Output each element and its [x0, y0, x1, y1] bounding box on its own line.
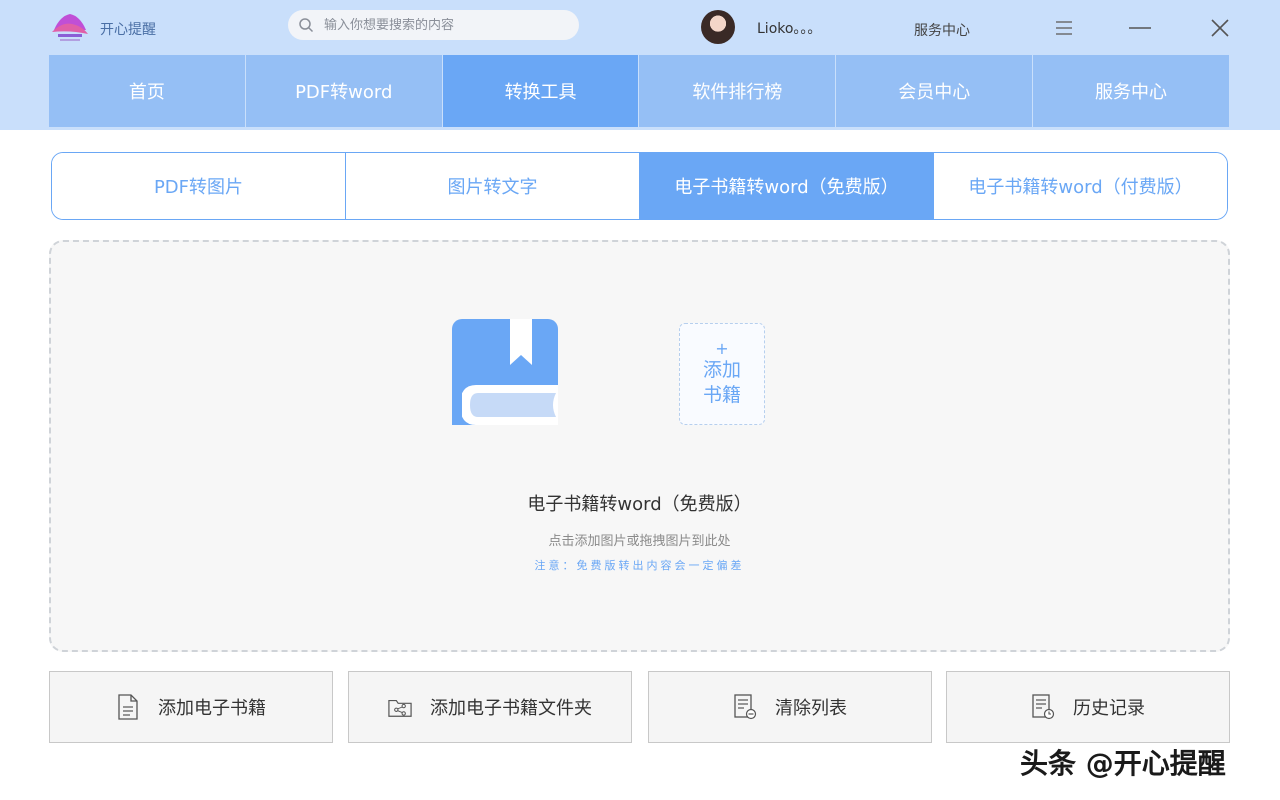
tab-ebook-to-word-free[interactable]: 电子书籍转word（免费版）	[640, 153, 934, 219]
menu-button[interactable]	[1050, 14, 1078, 42]
nav-item-software-ranking[interactable]: 软件排行榜	[639, 55, 837, 127]
add-ebook-label: 添加电子书籍	[158, 698, 266, 719]
clear-list-label: 清除列表	[775, 698, 847, 719]
watermark-text: 头条 @开心提醒	[1020, 747, 1226, 780]
clear-list-icon	[734, 694, 757, 720]
nav-item-member-center[interactable]: 会员中心	[836, 55, 1034, 127]
app-name: 开心提醒	[100, 22, 156, 38]
sub-tabs: PDF转图片 图片转文字 电子书籍转word（免费版） 电子书籍转word（付费…	[51, 152, 1228, 220]
service-center-link[interactable]: 服务中心	[914, 20, 970, 40]
tab-ebook-to-word-paid[interactable]: 电子书籍转word（付费版）	[934, 153, 1227, 219]
user-name[interactable]: Lioko。。。	[757, 18, 821, 38]
document-icon	[118, 694, 138, 720]
title-bar: 开心提醒 Lioko。。。 服务中心 首页 PDF转word 转换工具 软件排行…	[0, 0, 1280, 130]
clear-list-button[interactable]: 清除列表	[648, 671, 932, 743]
dropzone-note: 注意：免费版转出内容会一定偏差	[534, 559, 745, 572]
minimize-button[interactable]	[1126, 14, 1154, 42]
main-nav: 首页 PDF转word 转换工具 软件排行榜 会员中心 服务中心	[49, 55, 1229, 127]
add-folder-label: 添加电子书籍文件夹	[430, 698, 592, 719]
history-button[interactable]: 历史记录	[946, 671, 1230, 743]
nav-item-pdf-to-word[interactable]: PDF转word	[245, 55, 443, 127]
search-input[interactable]	[324, 17, 564, 33]
hamburger-menu-icon	[1056, 21, 1072, 35]
user-avatar[interactable]	[701, 10, 735, 44]
history-icon	[1032, 694, 1055, 720]
dropzone-hint: 点击添加图片或拖拽图片到此处	[548, 534, 731, 549]
add-plus: +	[715, 339, 729, 358]
add-ebook-folder-button[interactable]: 添加电子书籍文件夹	[348, 671, 632, 743]
tab-image-to-text[interactable]: 图片转文字	[346, 153, 640, 219]
add-book-line2: 书籍	[702, 384, 741, 406]
app-logo-icon	[52, 14, 88, 41]
search-icon	[299, 18, 314, 33]
close-button[interactable]	[1206, 14, 1234, 42]
history-label: 历史记录	[1073, 698, 1145, 719]
folder-share-icon	[388, 699, 412, 717]
add-book-button[interactable]: + 添加 书籍	[679, 323, 765, 425]
minimize-icon	[1129, 27, 1151, 29]
drop-zone[interactable]: + 添加 书籍 电子书籍转word（免费版） 点击添加图片或拖拽图片到此处 注意…	[49, 240, 1230, 652]
search-box[interactable]	[288, 10, 579, 40]
ebook-icon	[452, 319, 558, 425]
add-ebook-button[interactable]: 添加电子书籍	[49, 671, 333, 743]
close-icon	[1211, 19, 1229, 37]
nav-item-service-center[interactable]: 服务中心	[1033, 55, 1229, 127]
add-book-line1: 添加	[702, 359, 741, 381]
nav-item-convert-tools[interactable]: 转换工具	[442, 55, 640, 127]
dropzone-title: 电子书籍转word（免费版）	[527, 494, 752, 515]
action-bar: 添加电子书籍 添加电子书籍文件夹 清除列表 历史记录	[49, 671, 1230, 743]
tab-pdf-to-image[interactable]: PDF转图片	[52, 153, 346, 219]
nav-item-home[interactable]: 首页	[49, 55, 246, 127]
